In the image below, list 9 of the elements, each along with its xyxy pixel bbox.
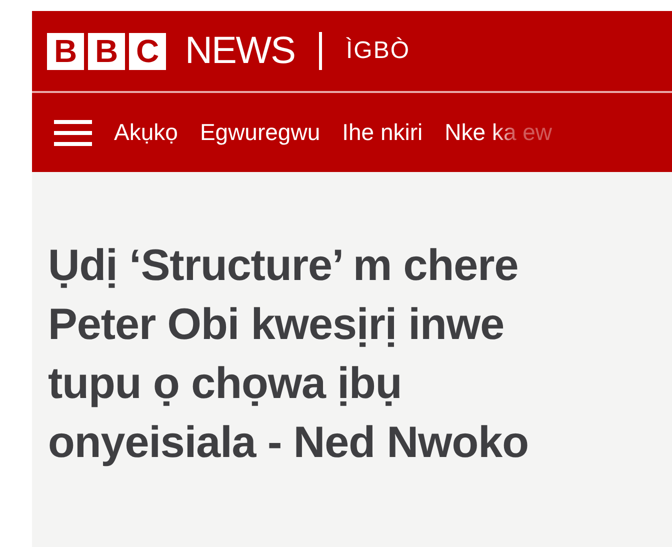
- headline: Ụdị ‘Structure’ m chere Peter Obi kwesịrị inwe tupu ọ chọwa ịbụ onyeisiala - Ned Nwoko: [48, 240, 530, 469]
- nav-link[interactable]: Egwuregwu: [200, 119, 320, 146]
- nav-link[interactable]: Ihe nkiri: [342, 119, 423, 146]
- nav-link[interactable]: Nke ka ew: [444, 119, 552, 146]
- bbc-logo[interactable]: B B C: [47, 32, 166, 70]
- brand-name: NEWS: [185, 30, 295, 72]
- nav-link[interactable]: Akụkọ: [114, 119, 178, 146]
- service-name: ÌGBÒ: [346, 37, 410, 65]
- menu-icon[interactable]: [54, 120, 92, 146]
